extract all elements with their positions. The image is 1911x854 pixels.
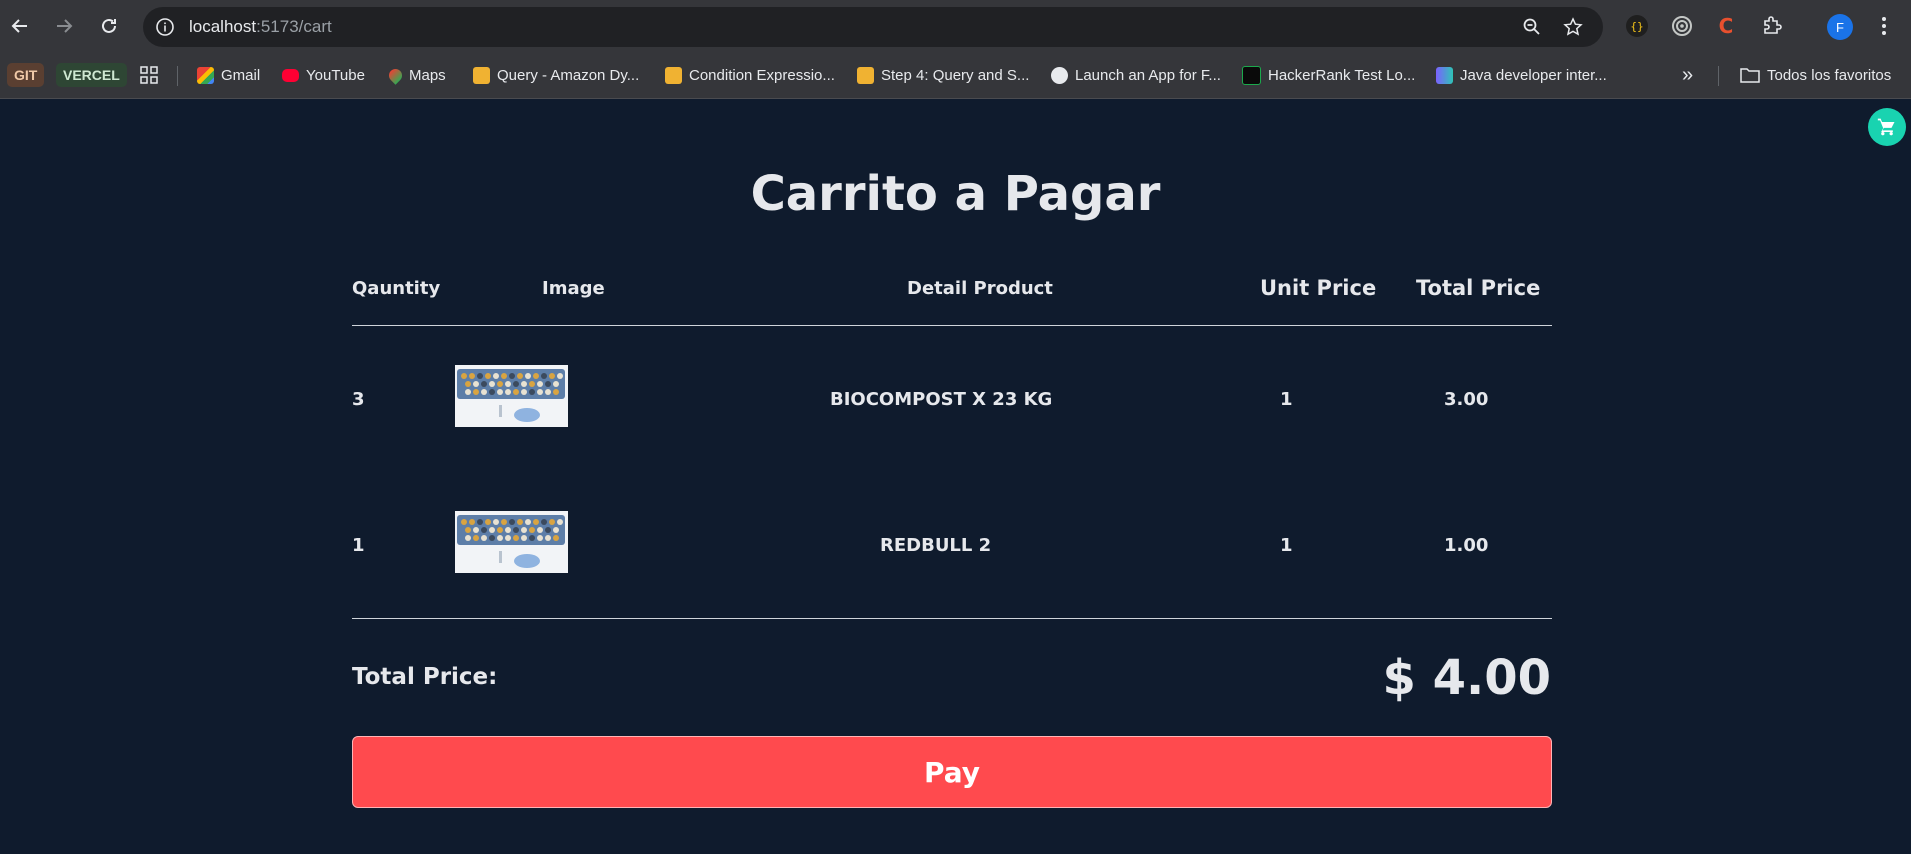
browser-toolbar: localhost:5173/cart {} C F	[0, 0, 1911, 53]
item-quantity: 1	[352, 535, 365, 556]
bookmark-separator	[1718, 66, 1719, 86]
folder-icon	[1740, 68, 1760, 83]
globe-icon	[1051, 66, 1068, 84]
bookmark-separator	[177, 66, 178, 86]
aws-docs-icon	[473, 66, 490, 84]
url-path: :5173/cart	[256, 17, 332, 36]
product-image	[455, 365, 568, 427]
item-unit-price: 1	[1280, 389, 1293, 410]
reload-icon[interactable]	[93, 10, 125, 42]
bookmark-java-developer[interactable]: Java developer inter...	[1436, 63, 1607, 87]
header-detail-product: Detail Product	[907, 278, 1053, 299]
bookmark-git[interactable]: GIT	[7, 63, 45, 87]
bookmark-youtube[interactable]: YouTube	[282, 63, 365, 87]
c-extension-icon[interactable]: C	[1712, 12, 1740, 40]
bookmark-hackerrank[interactable]: HackerRank Test Lo...	[1242, 63, 1415, 87]
apps-icon[interactable]	[140, 63, 158, 87]
item-unit-price: 1	[1280, 535, 1293, 556]
bookmark-condition-expressions[interactable]: Condition Expressio...	[665, 63, 835, 87]
site-info-icon[interactable]	[153, 15, 177, 39]
bookmark-launch-app[interactable]: Launch an App for F...	[1051, 63, 1221, 87]
svg-text:C: C	[1719, 14, 1734, 38]
maps-icon	[386, 65, 405, 85]
json-extension-icon[interactable]: {}	[1623, 12, 1651, 40]
address-bar[interactable]: localhost:5173/cart	[143, 7, 1603, 47]
total-price-value: $ 4.00	[1382, 650, 1551, 706]
youtube-icon	[282, 68, 299, 82]
extensions-icon[interactable]	[1758, 12, 1786, 40]
bookmarks-overflow-button[interactable]: »	[1682, 63, 1693, 87]
bookmark-label: Step 4: Query and S...	[881, 66, 1030, 84]
bookmark-label: Todos los favoritos	[1767, 66, 1892, 84]
hackerrank-icon	[1242, 65, 1261, 85]
bookmark-vercel[interactable]: VERCEL	[56, 63, 127, 87]
w-icon	[1436, 66, 1453, 84]
item-total-price: 1.00	[1444, 535, 1489, 556]
header-quantity: Qauntity	[352, 278, 441, 299]
bookmark-gmail[interactable]: Gmail	[197, 63, 260, 87]
product-image	[455, 511, 568, 573]
back-icon[interactable]	[4, 10, 36, 42]
zoom-icon[interactable]	[1520, 15, 1544, 39]
pay-button[interactable]: Pay	[352, 736, 1552, 808]
bookmark-all-favorites[interactable]: Todos los favoritos	[1740, 63, 1891, 87]
bookmark-label: Gmail	[221, 66, 261, 84]
table-bottom-divider	[352, 618, 1552, 619]
header-unit-price: Unit Price	[1260, 276, 1377, 300]
svg-text:{}: {}	[1630, 20, 1643, 33]
bookmark-label: Launch an App for F...	[1075, 66, 1221, 84]
cart-icon	[1877, 118, 1895, 136]
bookmark-label: Java developer inter...	[1460, 66, 1607, 84]
total-price-label: Total Price:	[352, 664, 498, 690]
bookmark-label: Maps	[409, 66, 446, 84]
cart-button[interactable]	[1868, 108, 1906, 146]
header-divider	[352, 325, 1552, 326]
page-title: Carrito a Pagar	[750, 166, 1161, 222]
bookmark-label: Condition Expressio...	[689, 66, 835, 84]
item-name: BIOCOMPOST X 23 KG	[830, 389, 1053, 410]
bookmark-label: HackerRank Test Lo...	[1268, 66, 1416, 84]
bookmarks-bar: GIT VERCEL Gmail YouTube Maps Query - Am…	[0, 53, 1911, 99]
bookmark-label: Query - Amazon Dy...	[497, 66, 640, 84]
gmail-icon	[197, 66, 214, 84]
target-extension-icon[interactable]	[1668, 12, 1696, 40]
item-quantity: 3	[352, 389, 365, 410]
avatar[interactable]: F	[1827, 14, 1853, 40]
bookmark-label: YouTube	[306, 66, 365, 84]
bookmark-step4[interactable]: Step 4: Query and S...	[857, 63, 1029, 87]
bookmark-query-amazon[interactable]: Query - Amazon Dy...	[473, 63, 639, 87]
bookmark-maps[interactable]: Maps	[386, 63, 446, 87]
item-name: REDBULL 2	[880, 535, 992, 556]
url-text[interactable]: localhost:5173/cart	[189, 17, 332, 37]
star-icon[interactable]	[1561, 15, 1585, 39]
menu-icon[interactable]	[1870, 12, 1898, 40]
item-total-price: 3.00	[1444, 389, 1489, 410]
header-image: Image	[542, 278, 605, 299]
url-host: localhost	[189, 17, 257, 36]
forward-icon[interactable]	[48, 10, 80, 42]
aws-docs-icon	[857, 66, 874, 84]
aws-docs-icon	[665, 66, 682, 84]
header-total-price: Total Price	[1416, 276, 1541, 300]
